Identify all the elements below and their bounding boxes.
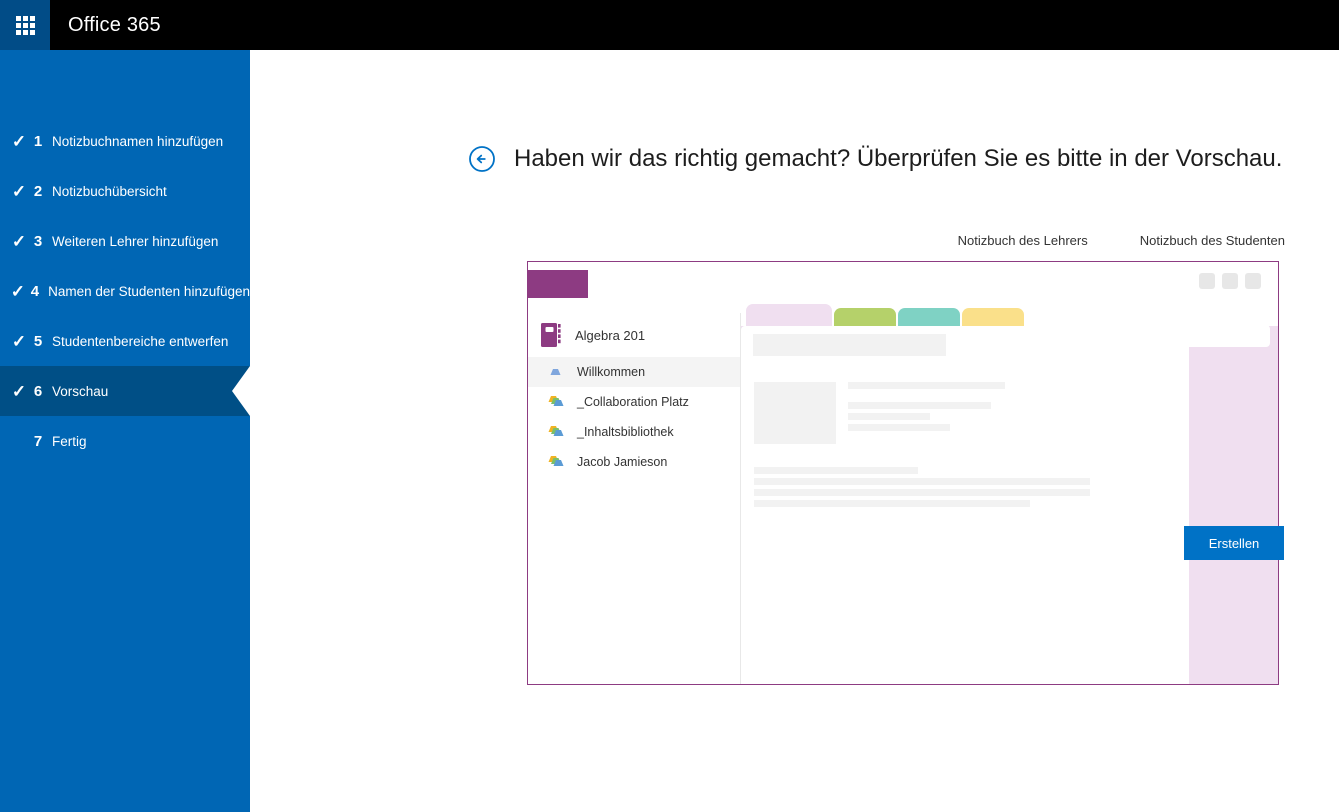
- suite-title: Office 365: [68, 13, 161, 36]
- step-label: Notizbuchübersicht: [52, 183, 167, 199]
- preview-section-label: _Collaboration Platz: [577, 395, 689, 409]
- preview-text-line: [754, 500, 1030, 507]
- step-number: 2: [33, 182, 43, 200]
- preview-tabs: Notizbuch des Lehrers Notizbuch des Stude…: [250, 233, 1339, 248]
- preview-window-controls: [1199, 273, 1261, 289]
- back-arrow-icon[interactable]: [468, 145, 496, 173]
- page-heading-row: Haben wir das richtig gemacht? Überprüfe…: [468, 145, 1282, 173]
- section-single-icon: [550, 369, 561, 375]
- step-label: Vorschau: [52, 383, 109, 399]
- preview-section-row[interactable]: _Collaboration Platz: [528, 387, 740, 417]
- sidebar-step-5[interactable]: ✓ 5 Studentenbereiche entwerfen: [0, 316, 250, 366]
- step-number: 1: [33, 132, 43, 150]
- step-number: 4: [30, 282, 40, 300]
- section-tab-3[interactable]: [962, 308, 1024, 326]
- step-number: 3: [33, 232, 43, 250]
- suite-bar: Office 365: [0, 0, 1339, 50]
- create-button[interactable]: Erstellen: [1184, 526, 1284, 560]
- app-launcher-icon: [15, 15, 35, 35]
- preview-tab-0[interactable]: Notizbuch des Lehrers: [958, 233, 1088, 248]
- main-content: Haben wir das richtig gemacht? Überprüfe…: [250, 50, 1339, 812]
- step-number: 6: [33, 382, 43, 400]
- notebook-icon: [541, 323, 561, 347]
- step-check-icon: ✓: [11, 231, 27, 251]
- section-tab-1[interactable]: [834, 308, 896, 326]
- step-label: Namen der Studenten hinzufügen: [48, 283, 250, 299]
- step-label: Weiteren Lehrer hinzufügen: [52, 233, 219, 249]
- preview-section-row[interactable]: Willkommen: [528, 357, 740, 387]
- wizard-sidebar: ✓ 1 Notizbuchnamen hinzufügen ✓ 2 Notizbuchüb…: [0, 50, 250, 812]
- preview-section-tabs: [740, 304, 1278, 326]
- preview-tab-1[interactable]: Notizbuch des Studenten: [1140, 233, 1285, 248]
- section-tab-2[interactable]: [898, 308, 960, 326]
- page-title: Haben wir das richtig gemacht? Überprüfe…: [514, 145, 1283, 172]
- step-number: 5: [33, 332, 43, 350]
- preview-text-line: [848, 413, 930, 420]
- section-group-icon: [548, 456, 564, 466]
- preview-text-line: [848, 402, 991, 409]
- preview-titlebar-accent: [528, 270, 588, 298]
- step-label: Notizbuchnamen hinzufügen: [52, 133, 224, 149]
- preview-section-label: Jacob Jamieson: [577, 455, 668, 469]
- sidebar-step-1[interactable]: ✓ 1 Notizbuchnamen hinzufügen: [0, 116, 250, 166]
- sidebar-step-3[interactable]: ✓ 3 Weiteren Lehrer hinzufügen: [0, 216, 250, 266]
- step-label: Fertig: [52, 433, 87, 449]
- step-check-icon: ✓: [11, 181, 27, 201]
- app-launcher-button[interactable]: [0, 0, 50, 50]
- sidebar-step-6[interactable]: ✓ 6 Vorschau: [0, 366, 250, 416]
- preview-text-line: [754, 489, 1090, 496]
- preview-section-label: Willkommen: [577, 365, 646, 379]
- notebook-preview-window: Algebra 201 Willkommen _Collaboration Pla…: [527, 261, 1279, 685]
- step-check-icon: ✓: [11, 131, 27, 151]
- sidebar-step-7[interactable]: 7 Fertig: [0, 416, 250, 466]
- preview-text-line: [848, 382, 1005, 389]
- preview-search-placeholder: [1080, 325, 1270, 347]
- section-group-icon: [548, 426, 564, 436]
- preview-section-label: _Inhaltsbibliothek: [577, 425, 674, 439]
- preview-text-line: [848, 424, 950, 431]
- preview-section-row[interactable]: Jacob Jamieson: [528, 447, 740, 477]
- step-check-icon: ✓: [10, 281, 25, 301]
- preview-page-title-placeholder: [753, 334, 946, 356]
- step-check-icon: ✓: [11, 381, 27, 401]
- step-check-icon: ✓: [11, 331, 27, 351]
- preview-image-placeholder: [754, 382, 836, 444]
- preview-notebook-nav: Algebra 201 Willkommen _Collaboration Pla…: [528, 313, 741, 684]
- maximize-placeholder: [1222, 273, 1238, 289]
- section-tab-0[interactable]: [746, 304, 832, 326]
- step-number: 7: [33, 432, 43, 450]
- preview-notebook-title: Algebra 201: [575, 327, 646, 343]
- sidebar-step-2[interactable]: ✓ 2 Notizbuchübersicht: [0, 166, 250, 216]
- step-label: Studentenbereiche entwerfen: [52, 333, 229, 349]
- preview-text-line: [754, 478, 1090, 485]
- close-placeholder: [1245, 273, 1261, 289]
- section-group-icon: [548, 396, 564, 406]
- preview-section-row[interactable]: _Inhaltsbibliothek: [528, 417, 740, 447]
- minimize-placeholder: [1199, 273, 1215, 289]
- preview-text-line: [754, 467, 918, 474]
- sidebar-step-4[interactable]: ✓ 4 Namen der Studenten hinzufügen: [0, 266, 250, 316]
- preview-notebook-title-row: Algebra 201: [528, 313, 740, 357]
